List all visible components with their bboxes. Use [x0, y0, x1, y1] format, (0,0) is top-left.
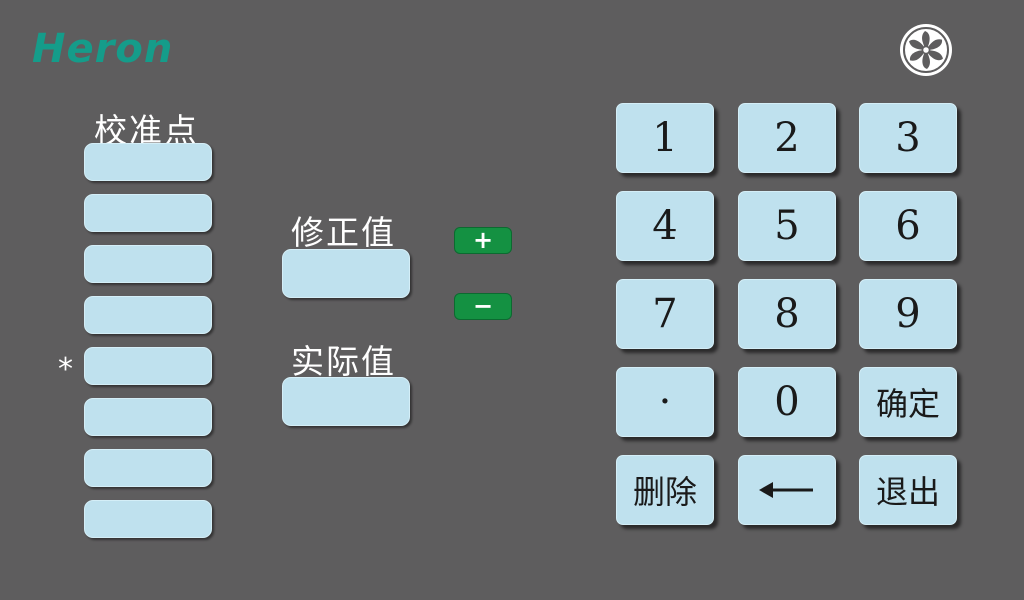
- plus-button[interactable]: +: [454, 227, 512, 254]
- key-5[interactable]: 5: [738, 191, 836, 261]
- key-3[interactable]: 3: [859, 103, 957, 173]
- calibration-point-field-5[interactable]: [84, 347, 212, 385]
- calibration-point-field-3[interactable]: [84, 245, 212, 283]
- fan-icon[interactable]: [898, 22, 954, 78]
- exit-button[interactable]: 退出: [859, 455, 957, 525]
- key-0[interactable]: 0: [738, 367, 836, 437]
- selected-point-marker: *: [58, 352, 73, 387]
- key-7[interactable]: 7: [616, 279, 714, 349]
- calibration-point-field-6[interactable]: [84, 398, 212, 436]
- calibration-point-field-2[interactable]: [84, 194, 212, 232]
- correction-value-label: 修正值: [291, 213, 396, 252]
- key-9[interactable]: 9: [859, 279, 957, 349]
- calibration-point-field-8[interactable]: [84, 500, 212, 538]
- calibration-point-field-1[interactable]: [84, 143, 212, 181]
- key-1[interactable]: 1: [616, 103, 714, 173]
- key-2[interactable]: 2: [738, 103, 836, 173]
- minus-button[interactable]: −: [454, 293, 512, 320]
- confirm-button[interactable]: 确定: [859, 367, 957, 437]
- key-decimal-point[interactable]: ·: [616, 367, 714, 437]
- actual-value-label: 实际值: [291, 342, 396, 381]
- brand-logo: Heron: [32, 26, 174, 72]
- calibration-point-field-7[interactable]: [84, 449, 212, 487]
- correction-value-field[interactable]: [282, 249, 410, 298]
- left-arrow-icon: [759, 482, 813, 498]
- backspace-button[interactable]: [738, 455, 836, 525]
- key-4[interactable]: 4: [616, 191, 714, 261]
- key-8[interactable]: 8: [738, 279, 836, 349]
- actual-value-field[interactable]: [282, 377, 410, 426]
- calibration-point-field-4[interactable]: [84, 296, 212, 334]
- delete-button[interactable]: 删除: [616, 455, 714, 525]
- key-6[interactable]: 6: [859, 191, 957, 261]
